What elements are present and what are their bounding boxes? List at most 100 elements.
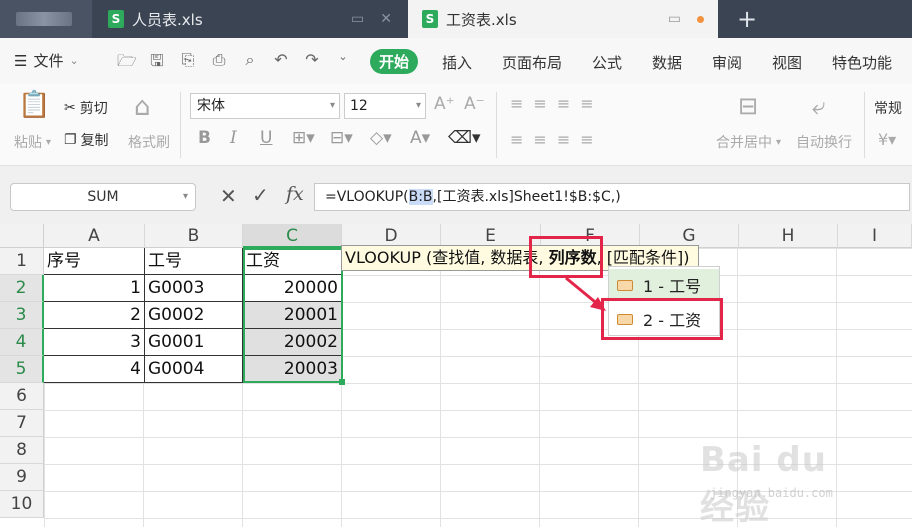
column-header-a[interactable]: A [44,224,145,248]
tab-insert[interactable]: 插入 [442,52,472,73]
row-header-8[interactable]: 8 [0,437,44,464]
wrap-text-button[interactable]: 自动换行 [796,132,852,152]
wrap-text-icon[interactable]: ⤶ [812,92,825,120]
number-format-select[interactable]: 常规 [874,98,902,118]
column-header-i[interactable]: I [838,224,912,248]
tab-page-layout[interactable]: 页面布局 [502,52,562,73]
merge-center-label: 合并居中 [716,135,772,151]
font-name-select[interactable]: 宋体 ▾ [190,93,340,119]
underline-icon[interactable]: U [260,128,272,148]
row-header-7[interactable]: 7 [0,410,44,437]
spreadsheet-file-icon: S [108,10,124,28]
font-color-icon[interactable]: A▾ [410,128,430,148]
cell-c3[interactable]: 20001 [243,302,342,329]
formula-highlighted-arg: B:B [408,189,433,205]
cell-b1[interactable]: 工号 [145,248,243,275]
cell-c2[interactable]: 20000 [243,275,342,302]
tab-special-features[interactable]: 特色功能 [832,52,892,73]
cell-c4[interactable]: 20002 [243,329,342,356]
font-size-select[interactable]: 12 ▾ [344,93,426,119]
file-menu-button[interactable]: ☰ 文件 ⌄ [14,50,79,71]
suggestion-item-1[interactable]: 1 - 工号 [609,269,719,301]
tab-label: 人员表.xls [132,10,203,29]
tab-start[interactable]: 开始 [370,49,418,74]
row-header-6[interactable]: 6 [0,383,44,410]
formula-suffix: ,[工资表.xls]Sheet1!$B:$C,) [432,189,621,205]
cell-b5[interactable]: G0004 [145,356,243,383]
merge-center-icon[interactable]: ⊟ [738,92,758,120]
tooltip-suffix: , [匹配条件]) [596,248,690,267]
row-header-2[interactable]: 2 [0,275,44,302]
cut-label: 剪切 [79,101,108,117]
tab-blurred[interactable] [0,0,92,38]
format-painter-button[interactable]: 格式刷 [128,132,170,152]
horizontal-align-icons[interactable]: ≡≡≡≡ [510,130,604,149]
annotation-highlight-box [529,236,603,278]
brush-icon[interactable]: ⌂ [134,92,151,122]
tab-review[interactable]: 审阅 [712,52,742,73]
cell-b2[interactable]: G0003 [145,275,243,302]
tab-data[interactable]: 数据 [652,52,682,73]
bold-icon[interactable]: B [198,128,211,148]
tab-formulas[interactable]: 公式 [592,52,622,73]
cell-a3[interactable]: 2 [44,302,145,329]
formula-input[interactable]: =VLOOKUP(B:B,[工资表.xls]Sheet1!$B:$C,) [314,183,910,211]
print-icon[interactable]: ⎙ [210,50,228,77]
redo-icon[interactable]: ↷ [303,50,321,77]
cell-c1[interactable]: 工资 [243,248,342,275]
monitor-icon[interactable]: ▭ [668,11,681,27]
cell-b3[interactable]: G0002 [145,302,243,329]
select-all-corner[interactable] [0,224,44,248]
row-header-1[interactable]: 1 [0,248,44,275]
cell-b4[interactable]: G0001 [145,329,243,356]
paste-button[interactable]: 粘贴 ▾ [14,132,51,152]
function-icon[interactable]: fx [286,183,304,205]
unsaved-dot-icon[interactable] [697,15,704,23]
save-icon[interactable]: 🖫 [148,50,166,77]
name-box[interactable]: SUM ▾ [10,183,196,211]
file-menu-label: 文件 [33,52,64,70]
tab-salary-sheet[interactable]: S 工资表.xls ▭ [408,0,718,38]
font-shrink-icon[interactable]: A⁻ [464,94,485,114]
cancel-icon[interactable]: ✕ [220,184,237,208]
vertical-align-icons[interactable]: ≡≡≡≡ [510,94,604,113]
cell-a1[interactable]: 序号 [44,248,145,275]
open-folder-icon[interactable]: 🗁 [117,50,137,77]
column-header-b[interactable]: B [145,224,243,248]
cell-a4[interactable]: 3 [44,329,145,356]
check-icon[interactable]: ✓ [252,183,269,207]
cell-c5[interactable]: 20003 [243,356,342,383]
border-icon[interactable]: ⊞▾ [292,128,315,148]
cell-a2[interactable]: 1 [44,275,145,302]
row-header-5[interactable]: 5 [0,356,44,383]
row-header-3[interactable]: 3 [0,302,44,329]
cell-a5[interactable]: 4 [44,356,145,383]
undo-icon[interactable]: ↶ [272,50,290,77]
column-ref-icon [617,279,633,291]
column-header-c[interactable]: C [243,224,342,248]
italic-icon[interactable]: I [230,128,237,148]
font-grow-icon[interactable]: A⁺ [434,94,455,114]
merge-center-button[interactable]: 合并居中 ▾ [716,132,781,152]
ribbon-divider [864,92,865,158]
clipboard-icon[interactable]: 📋 [18,90,50,120]
row-header-10[interactable]: 10 [0,491,44,518]
tab-personnel-sheet[interactable]: S 人员表.xls ▭ ✕ [94,0,406,38]
column-header-h[interactable]: H [739,224,838,248]
fill-color-icon[interactable]: ◇▾ [370,128,392,148]
print-preview-icon[interactable]: ⌕ [241,50,259,77]
row-header-4[interactable]: 4 [0,329,44,356]
cell-style-icon[interactable]: ⊟▾ [330,128,353,148]
new-tab-button[interactable]: + [733,0,761,38]
copy-button[interactable]: ❐ 复制 [64,130,109,150]
row-header-9[interactable]: 9 [0,464,44,491]
cut-button[interactable]: ✂ 剪切 [64,98,108,118]
eraser-icon[interactable]: ⌫▾ [448,128,481,148]
chevron-down-icon[interactable]: ⌄ [334,50,352,77]
fill-handle[interactable] [339,379,345,385]
tab-view[interactable]: 视图 [772,52,802,73]
close-icon[interactable]: ✕ [380,11,392,27]
currency-icon[interactable]: ¥▾ [878,130,896,149]
export-icon[interactable]: ⎘ [179,50,197,77]
monitor-icon[interactable]: ▭ [351,11,364,27]
